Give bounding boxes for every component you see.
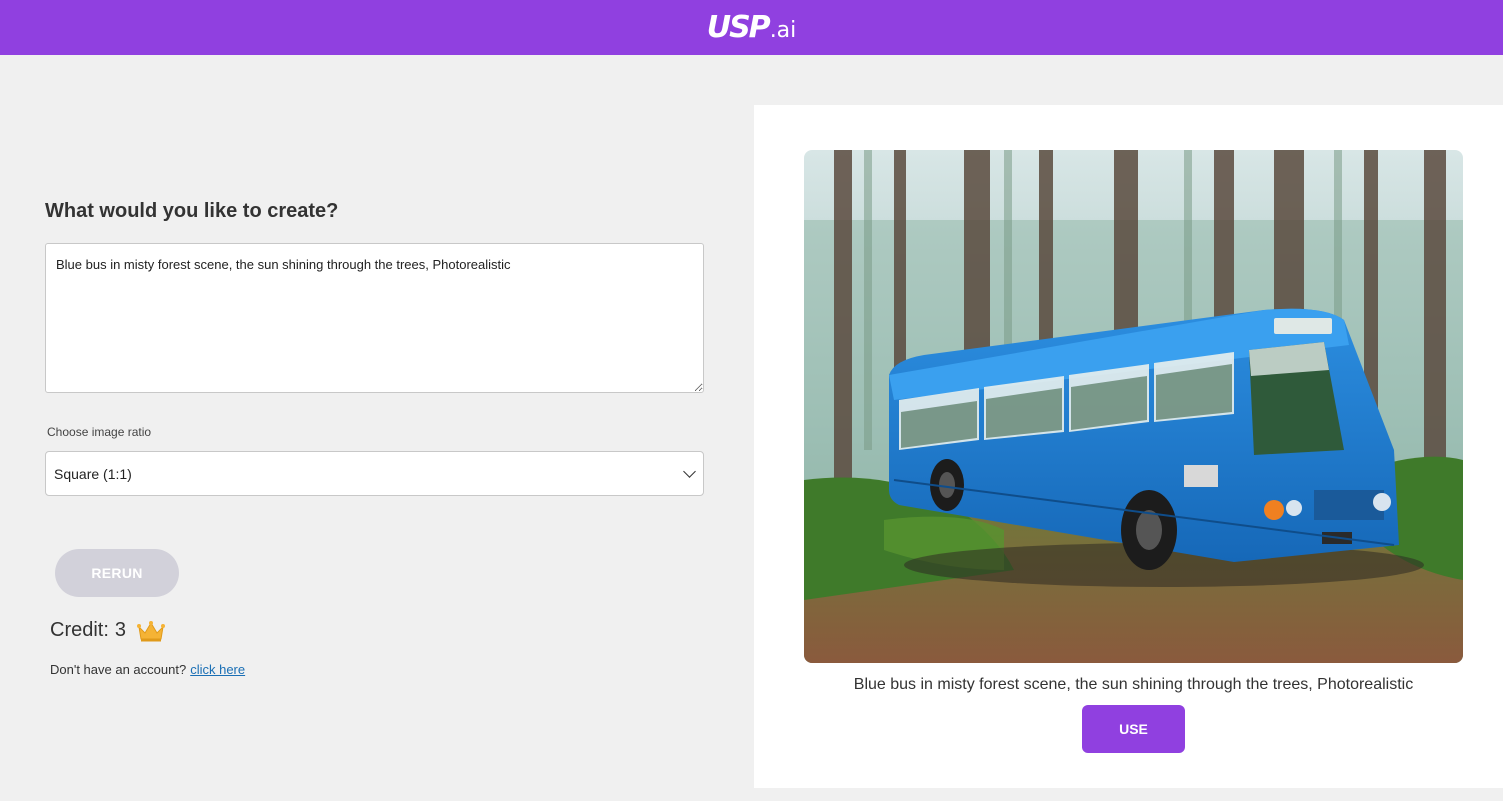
logo[interactable]: USP .ai xyxy=(707,10,797,45)
create-form: What would you like to create? Blue bus … xyxy=(45,200,705,677)
result-panel: Blue bus in misty forest scene, the sun … xyxy=(754,105,1503,788)
rerun-button[interactable]: RERUN xyxy=(55,549,179,597)
credit-row: Credit: 3 xyxy=(50,619,705,642)
top-bar: USP .ai xyxy=(0,0,1503,55)
logo-suffix-text: .ai xyxy=(769,18,797,43)
account-text: Don't have an account? xyxy=(50,662,187,677)
crown-icon xyxy=(136,620,166,642)
ratio-select-wrapper: Square (1:1) xyxy=(45,451,704,496)
form-heading: What would you like to create? xyxy=(45,200,339,222)
ratio-select[interactable]: Square (1:1) xyxy=(45,451,704,496)
image-caption: Blue bus in misty forest scene, the sun … xyxy=(853,676,1414,693)
prompt-input[interactable]: Blue bus in misty forest scene, the sun … xyxy=(45,243,704,393)
generated-image[interactable] xyxy=(804,150,1463,663)
signup-link[interactable]: click here xyxy=(190,662,245,677)
credit-value: 3 xyxy=(114,619,127,641)
credit-label: Credit: xyxy=(50,619,109,641)
use-button[interactable]: USE xyxy=(1082,705,1185,753)
logo-main-text: USP xyxy=(706,10,771,45)
ratio-label: Choose image ratio xyxy=(47,425,152,439)
account-row: Don't have an account? click here xyxy=(50,662,705,677)
